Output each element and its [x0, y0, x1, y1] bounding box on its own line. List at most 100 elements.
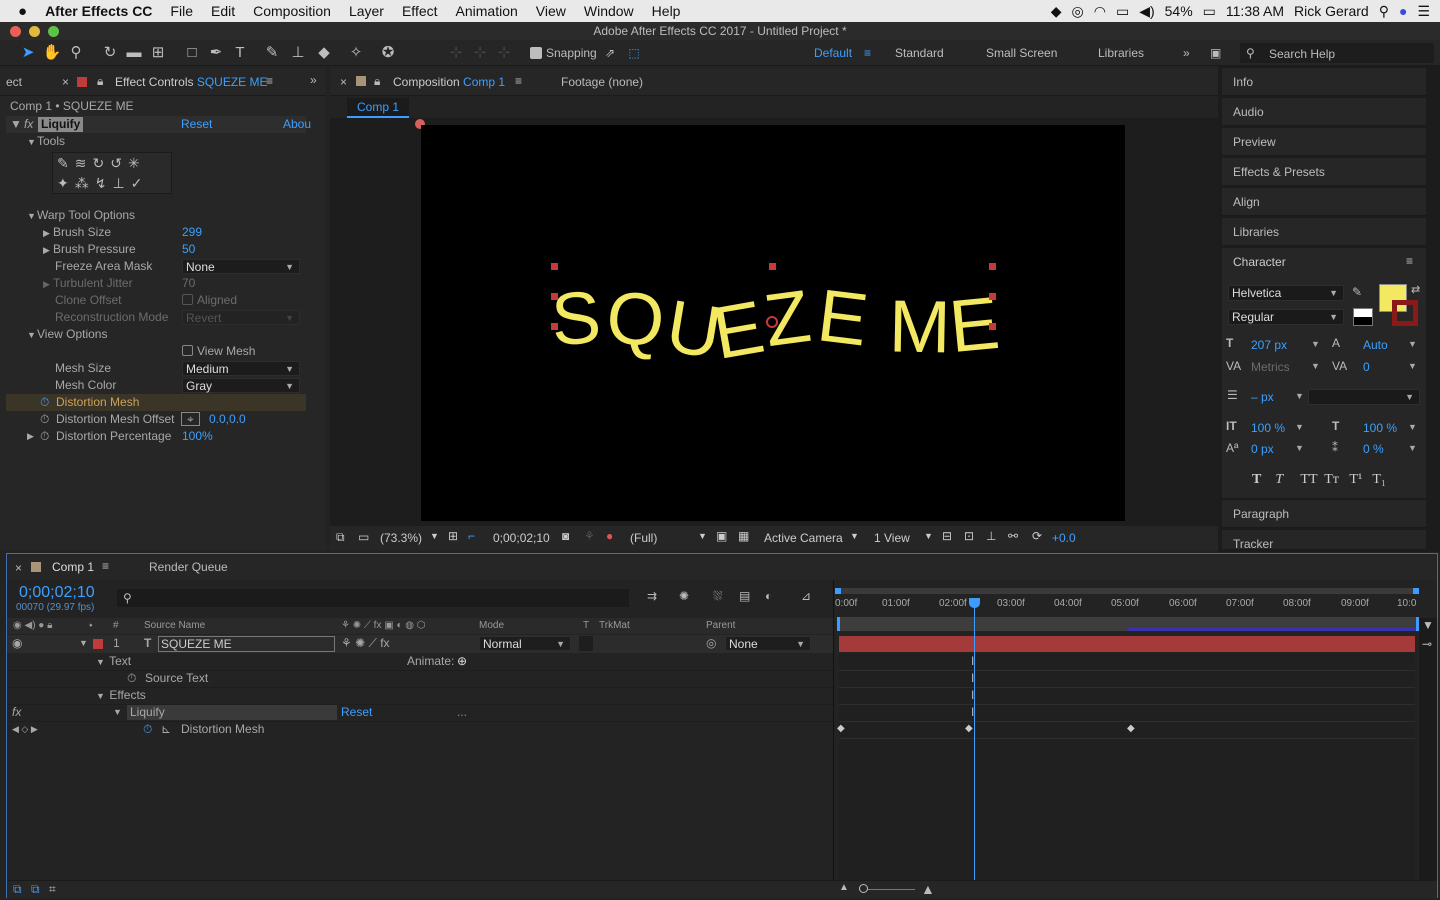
work-area-bar[interactable]: [835, 588, 1419, 594]
keyframe-navigator[interactable]: ◀ ◇ ▶: [12, 721, 38, 738]
menu-file[interactable]: File: [161, 3, 202, 19]
chevron-down-icon[interactable]: ▼: [924, 531, 933, 541]
vertical-scale-value[interactable]: 100 %: [1251, 421, 1285, 435]
current-time-value[interactable]: 0;00;02;10: [493, 531, 550, 545]
hand-tool-icon[interactable]: ✋: [42, 43, 62, 63]
menu-effect[interactable]: Effect: [393, 3, 447, 19]
region-of-interest-icon[interactable]: ▣: [716, 529, 727, 543]
font-family-select[interactable]: Helvetica ▼: [1228, 285, 1344, 301]
stroke-width-value[interactable]: – px: [1251, 390, 1274, 404]
active-camera-value[interactable]: Active Camera: [764, 531, 843, 545]
bloat-tool-icon[interactable]: ✦: [57, 175, 75, 191]
always-preview-icon[interactable]: ⧉: [336, 530, 345, 545]
parent-header[interactable]: Parent: [706, 618, 735, 634]
comp-subtab[interactable]: Comp 1: [347, 98, 410, 118]
zoom-out-icon[interactable]: ▲: [839, 882, 849, 893]
menu-layer[interactable]: Layer: [340, 3, 393, 19]
horizontal-scale-value[interactable]: 100 %: [1363, 421, 1397, 435]
graph-icon[interactable]: ⊾: [161, 721, 171, 738]
tab-timeline-comp[interactable]: Comp 1: [52, 560, 94, 574]
views-value[interactable]: 1 View: [874, 531, 910, 545]
distortion-percentage-stopwatch-icon[interactable]: ⏱: [40, 428, 49, 445]
crosshair-icon[interactable]: ⌖: [181, 412, 200, 426]
transparency-grid-icon[interactable]: ▦: [738, 529, 749, 543]
leading-value[interactable]: Auto: [1363, 338, 1388, 352]
battery-percent[interactable]: 54%: [1165, 3, 1193, 19]
eyedropper-icon[interactable]: ✎: [1352, 285, 1362, 299]
liquify-collapse-icon[interactable]: ▼: [10, 116, 22, 133]
rectangle-tool-icon[interactable]: □: [182, 43, 202, 63]
menu-animation[interactable]: Animation: [447, 3, 527, 19]
effects-presets-panel-tab[interactable]: Effects & Presets: [1222, 158, 1426, 186]
fx-toggle-icon[interactable]: fx: [24, 116, 33, 133]
brush-pressure-expand-icon[interactable]: ▶: [43, 242, 53, 259]
layer-row[interactable]: ◉ ▼ 1 T SQUEZE ME ⚘ ✺ ⟋ fx Normal ▼ ◎ Non…: [7, 635, 833, 653]
superscript-button[interactable]: T¹: [1349, 472, 1362, 487]
mask-visibility-icon[interactable]: ⌐: [468, 529, 475, 543]
fast-previews-icon[interactable]: ⊡: [964, 529, 974, 543]
bbox-handle-icon[interactable]: [989, 323, 996, 330]
chevron-down-icon[interactable]: ▼: [1408, 422, 1417, 432]
lock-icon[interactable]: 🔒︎: [97, 74, 103, 89]
close-tab-icon[interactable]: ×: [62, 75, 69, 89]
spotlight-icon[interactable]: ⚲: [1379, 3, 1389, 20]
timeline-icon[interactable]: ⊥: [986, 529, 996, 543]
exposure-value[interactable]: +0.0: [1052, 531, 1076, 545]
source-name-header[interactable]: Source Name: [144, 618, 205, 634]
close-window-button[interactable]: [10, 26, 21, 37]
subscript-button[interactable]: T₁: [1372, 472, 1385, 487]
timeline-pane-divider[interactable]: [833, 580, 834, 898]
comp-viewer-canvas[interactable]: SQUEZE ME: [421, 125, 1125, 521]
source-text-stopwatch-icon[interactable]: ⏱: [127, 670, 136, 687]
character-title[interactable]: Character: [1233, 255, 1286, 269]
monitor-icon[interactable]: ▭: [358, 530, 369, 544]
zoom-window-button[interactable]: [48, 26, 59, 37]
all-caps-button[interactable]: TT: [1300, 472, 1317, 487]
menu-app-name[interactable]: After Effects CC: [36, 3, 161, 19]
chevron-down-icon[interactable]: ▼: [1408, 361, 1417, 371]
zoom-in-icon[interactable]: ▲: [921, 881, 935, 897]
layer-collapse-icon[interactable]: ▼: [79, 635, 88, 652]
shy-layers-icon[interactable]: ⛆: [713, 589, 723, 604]
effect-name[interactable]: Liquify: [38, 117, 84, 132]
playhead-handle-icon[interactable]: [969, 598, 980, 608]
reflection-tool-icon[interactable]: ↯: [95, 175, 113, 191]
menu-view[interactable]: View: [527, 3, 575, 19]
pickwhip-icon[interactable]: ◎: [706, 635, 716, 652]
panel-menu-icon[interactable]: ≡: [515, 74, 522, 88]
tab-footage[interactable]: Footage (none): [561, 75, 643, 89]
distortion-mesh-offset-value[interactable]: 0.0,0.0: [209, 411, 246, 428]
panel-menu-icon[interactable]: ≡: [266, 74, 273, 88]
warp-tool-icon[interactable]: ✎: [57, 155, 75, 171]
baseline-shift-value[interactable]: 0 px: [1251, 442, 1274, 456]
bbox-handle-icon[interactable]: [769, 263, 776, 270]
rotation-tool-icon[interactable]: ↻: [100, 43, 120, 63]
pan-behind-tool-icon[interactable]: ⊞: [148, 43, 168, 63]
liquify-reset-link[interactable]: Reset: [341, 704, 372, 721]
twirl-ccw-tool-icon[interactable]: ↺: [110, 155, 128, 171]
reset-exposure-icon[interactable]: ⟳: [1032, 529, 1042, 543]
snapping-checkbox[interactable]: [530, 47, 542, 59]
video-visibility-icon[interactable]: ◉: [12, 635, 22, 652]
layer-parent-select[interactable]: None ▼: [725, 636, 811, 651]
chevron-down-icon[interactable]: ▼: [850, 531, 859, 541]
workspace-standard[interactable]: Standard: [895, 46, 944, 60]
paragraph-panel-tab[interactable]: Paragraph: [1222, 500, 1426, 528]
modes-toggle-icon[interactable]: ⧉: [31, 882, 40, 897]
chevron-down-icon[interactable]: ▼: [1295, 391, 1304, 401]
turbulent-jitter-expand-icon[interactable]: ▶: [43, 276, 53, 293]
bbox-handle-icon[interactable]: [551, 293, 558, 300]
keyframe-icon[interactable]: ◆: [1127, 723, 1135, 734]
fx-icon[interactable]: fx: [12, 704, 21, 721]
layer-mode-select[interactable]: Normal ▼: [479, 636, 571, 651]
comp-button-icon[interactable]: ⊸: [1422, 637, 1432, 651]
workspace-menu-icon[interactable]: ≡: [864, 46, 871, 60]
layer-label-swatch[interactable]: [93, 639, 103, 649]
frame-blending-icon[interactable]: ▤: [739, 589, 750, 603]
graph-editor-icon[interactable]: ⊿: [801, 589, 811, 603]
brush-size-expand-icon[interactable]: ▶: [43, 225, 53, 242]
distortion-mesh-stopwatch-icon[interactable]: ⏱: [143, 721, 152, 738]
magnification-value[interactable]: (73.3%): [380, 531, 422, 545]
trkmat-header[interactable]: TrkMat: [599, 618, 630, 634]
stroke-color-swatch[interactable]: [1392, 300, 1418, 326]
